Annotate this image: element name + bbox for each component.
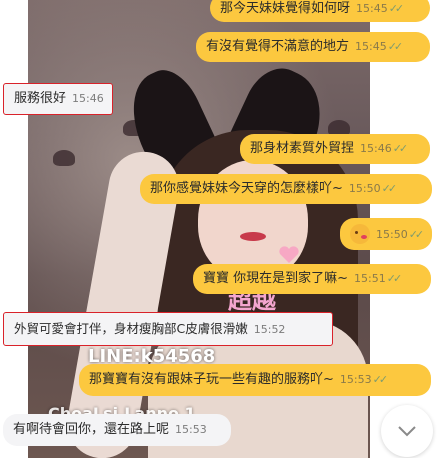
message-text: 那今天妹妹覺得如何呀 xyxy=(220,1,351,16)
heart-icon xyxy=(279,246,299,263)
message-time: 15:50 xyxy=(348,182,381,195)
chevron-down-icon xyxy=(398,426,416,437)
message-outgoing[interactable]: 寶寶 你現在是到家了嘛~ 15:51✓✓ xyxy=(193,264,431,294)
message-time: 15:45 xyxy=(356,2,388,15)
message-time: 15:46 xyxy=(360,142,392,155)
message-incoming[interactable]: 外貿可愛會打伴，身材瘦胸部C皮膚很滑嫩 15:52 xyxy=(3,312,333,346)
message-text: 那身材素質外貿捏 xyxy=(250,141,355,156)
message-incoming[interactable]: 服務很好 15:46 xyxy=(3,83,113,115)
scroll-to-bottom-button[interactable] xyxy=(381,405,433,457)
message-outgoing-emoji[interactable]: 15:50✓✓ xyxy=(340,218,432,250)
message-text: 那寶寶有沒有跟妹子玩一些有趣的服務吖~ xyxy=(89,372,334,387)
message-outgoing[interactable]: 有沒有覺得不滿意的地方 15:45✓✓ xyxy=(196,32,430,62)
message-outgoing[interactable]: 那你感覺妹妹今天穿的怎麼樣吖~ 15:50✓✓ xyxy=(140,174,432,204)
double-check-icon: ✓✓ xyxy=(387,40,404,53)
double-check-icon: ✓✓ xyxy=(408,227,425,241)
photo-lips xyxy=(240,232,266,241)
message-outgoing[interactable]: 那今天妹妹覺得如何呀 15:45✓✓ xyxy=(210,0,430,22)
double-check-icon: ✓✓ xyxy=(388,2,405,15)
message-outgoing[interactable]: 那寶寶有沒有跟妹子玩一些有趣的服務吖~ 15:53✓✓ xyxy=(79,364,431,396)
message-incoming[interactable]: 有啊待會回你，還在路上呢 15:53 xyxy=(3,414,231,446)
message-text: 外貿可愛會打伴，身材瘦胸部C皮膚很滑嫩 xyxy=(14,321,248,336)
double-check-icon: ✓✓ xyxy=(372,373,389,386)
message-time: 15:53 xyxy=(175,423,207,436)
message-text: 服務很好 xyxy=(14,91,67,106)
message-text: 有沒有覺得不滿意的地方 xyxy=(206,39,350,54)
message-time: 15:45 xyxy=(355,40,387,53)
message-time: 15:50 xyxy=(376,227,408,241)
double-check-icon: ✓✓ xyxy=(392,142,409,155)
message-text: 那你感覺妹妹今天穿的怎麼樣吖~ xyxy=(150,181,343,196)
double-check-icon: ✓✓ xyxy=(381,182,398,195)
message-text: 寶寶 你現在是到家了嘛~ xyxy=(203,271,349,286)
message-time: 15:46 xyxy=(72,92,104,105)
kiss-face-icon xyxy=(350,224,370,244)
butterfly-decoration xyxy=(53,150,75,166)
message-time: 15:52 xyxy=(253,323,286,336)
message-text: 有啊待會回你，還在路上呢 xyxy=(13,422,170,437)
message-outgoing[interactable]: 那身材素質外貿捏 15:46✓✓ xyxy=(240,134,430,164)
message-time: 15:53 xyxy=(339,373,372,386)
double-check-icon: ✓✓ xyxy=(386,272,403,285)
message-time: 15:51 xyxy=(354,272,386,285)
